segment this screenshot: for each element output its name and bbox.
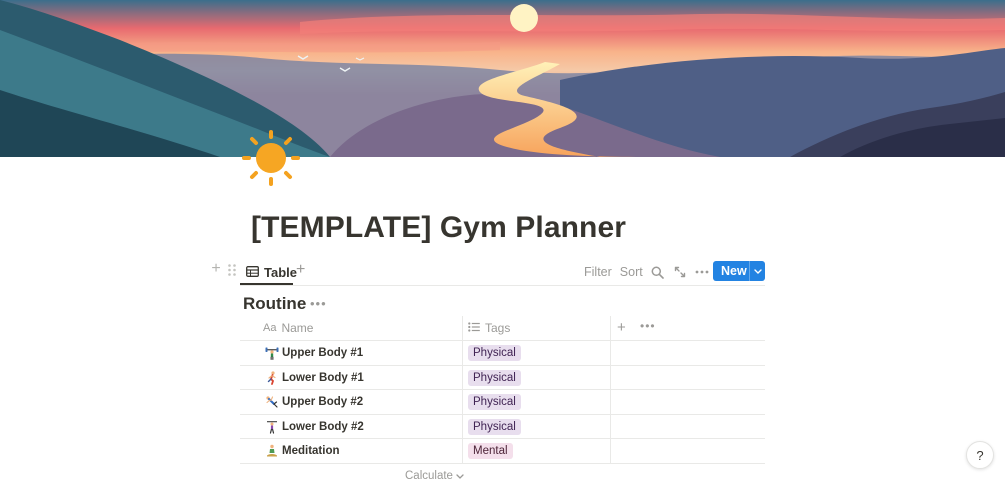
new-button[interactable]: New <box>713 261 765 281</box>
row-tags-cell[interactable]: Physical <box>468 341 521 365</box>
column-header-label: Name <box>281 321 314 335</box>
database-more-icon[interactable]: ••• <box>310 296 327 311</box>
view-bar-divider <box>240 285 765 286</box>
calculate-label: Calculate <box>405 470 453 482</box>
add-view-icon[interactable]: + <box>296 262 305 278</box>
row-name-cell[interactable]: Upper Body #1 <box>265 341 363 365</box>
table-row[interactable]: Upper Body #1 Physical <box>240 341 765 366</box>
cartwheel-emoji-icon <box>265 395 279 409</box>
drag-handle-icon[interactable] <box>227 263 237 277</box>
tag-badge: Physical <box>468 418 521 435</box>
database-view-bar: + Table + Filter Sort New <box>0 259 1005 285</box>
page-title[interactable]: [TEMPLATE] Gym Planner <box>251 211 626 245</box>
cell-divider <box>610 365 611 389</box>
database-table: Aa Name Tags + ••• Upper Body #1 Physica… <box>240 316 765 464</box>
add-property-icon[interactable]: + <box>617 320 626 335</box>
row-tags-cell[interactable]: Physical <box>468 390 521 414</box>
chevron-down-icon[interactable] <box>750 268 765 274</box>
cell-divider <box>610 341 611 365</box>
filter-button[interactable]: Filter <box>580 265 616 279</box>
cell-divider <box>462 341 463 365</box>
row-tags-cell[interactable]: Physical <box>468 366 521 390</box>
table-row[interactable]: Upper Body #2 Physical <box>240 390 765 415</box>
column-header-label: Tags <box>485 321 511 335</box>
cell-divider <box>462 390 463 414</box>
row-name: Upper Body #2 <box>282 396 364 408</box>
list-property-icon <box>468 321 480 335</box>
cell-divider <box>610 414 611 438</box>
page-cover[interactable] <box>0 0 1005 157</box>
row-name-cell[interactable]: Meditation <box>265 439 340 463</box>
row-name: Lower Body #2 <box>282 420 364 433</box>
walker-emoji-icon <box>265 420 279 434</box>
table-icon <box>246 265 259 280</box>
text-property-icon: Aa <box>263 322 277 334</box>
row-tags-cell[interactable]: Physical <box>468 415 521 439</box>
table-header: Aa Name Tags + ••• <box>240 316 765 341</box>
expand-icon[interactable] <box>669 261 691 283</box>
calculate-button[interactable]: Calculate <box>405 470 464 482</box>
database-toolbar: Filter Sort <box>580 259 713 285</box>
column-divider[interactable] <box>462 316 463 341</box>
sort-button[interactable]: Sort <box>616 265 647 279</box>
row-tags-cell[interactable]: Mental <box>468 439 513 463</box>
tag-badge: Physical <box>468 345 521 361</box>
row-name-cell[interactable]: Lower Body #1 <box>265 366 364 390</box>
help-button[interactable]: ? <box>966 441 994 469</box>
weightlifter-emoji-icon <box>265 346 279 360</box>
add-block-icon[interactable]: + <box>209 261 223 277</box>
chevron-down-icon <box>456 470 464 482</box>
tag-badge: Mental <box>468 443 513 459</box>
cell-divider <box>462 414 463 438</box>
cell-divider <box>462 439 463 463</box>
table-row[interactable]: Lower Body #1 Physical <box>240 365 765 390</box>
cell-divider <box>462 365 463 389</box>
table-row[interactable]: Lower Body #2 Physical <box>240 414 765 439</box>
cell-divider <box>610 390 611 414</box>
search-icon[interactable] <box>647 261 669 283</box>
more-options-icon[interactable] <box>691 261 713 283</box>
column-header-tags[interactable]: Tags <box>468 316 510 340</box>
cell-divider <box>610 439 611 463</box>
tag-badge: Physical <box>468 369 521 386</box>
row-name-cell[interactable]: Lower Body #2 <box>265 415 364 439</box>
cover-image <box>0 0 1005 157</box>
new-button-label: New <box>721 264 747 278</box>
row-name-cell[interactable]: Upper Body #2 <box>265 390 363 414</box>
sun-emoji-icon[interactable] <box>240 128 302 188</box>
meditation-emoji-icon <box>265 444 279 458</box>
row-name: Meditation <box>282 445 340 457</box>
tab-label: Table <box>264 264 297 280</box>
properties-more-icon[interactable]: ••• <box>640 319 656 333</box>
database-title[interactable]: Routine <box>243 294 306 314</box>
tag-badge: Physical <box>468 394 521 410</box>
column-divider[interactable] <box>610 316 611 341</box>
runner-emoji-icon <box>265 370 279 385</box>
column-header-name[interactable]: Aa Name <box>263 316 313 340</box>
table-row[interactable]: Meditation Mental <box>240 439 765 464</box>
tab-table-view[interactable]: Table <box>240 259 303 285</box>
row-name: Lower Body #1 <box>282 371 364 384</box>
row-name: Upper Body #1 <box>282 347 364 359</box>
